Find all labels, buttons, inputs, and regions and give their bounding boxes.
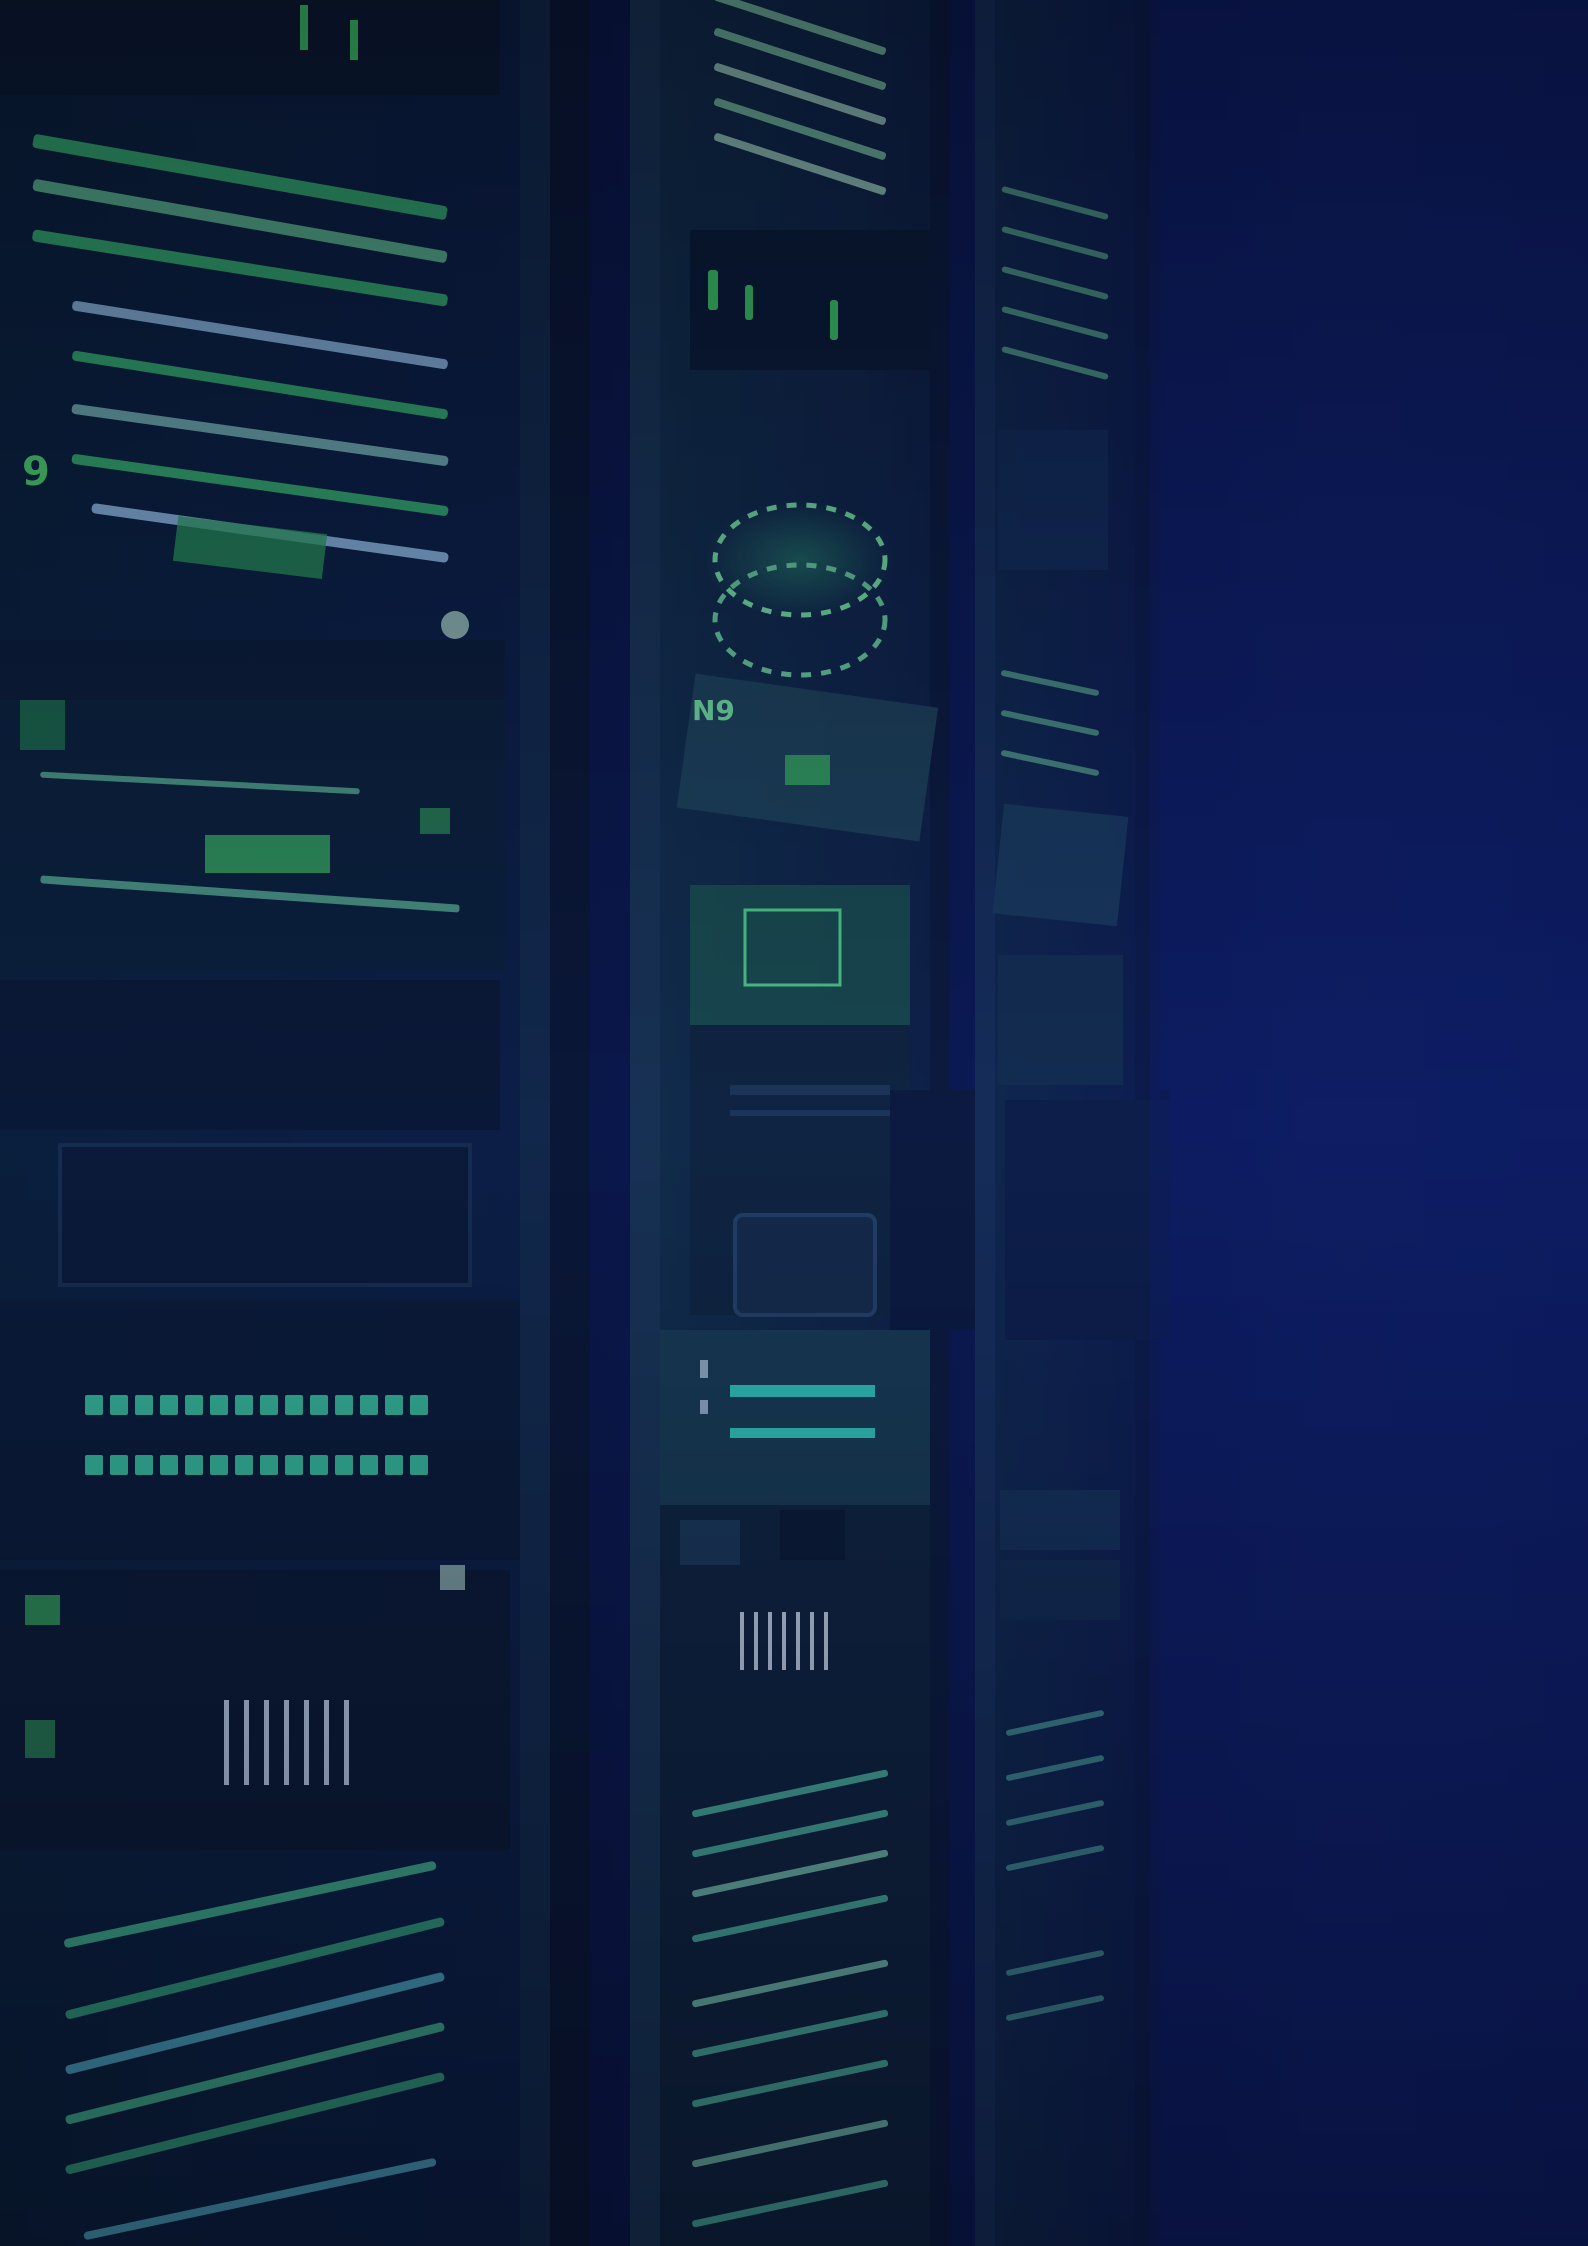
server-room-photo: 9 <box>0 0 1588 2246</box>
server-rack-illustration: 9 <box>0 0 1588 2246</box>
